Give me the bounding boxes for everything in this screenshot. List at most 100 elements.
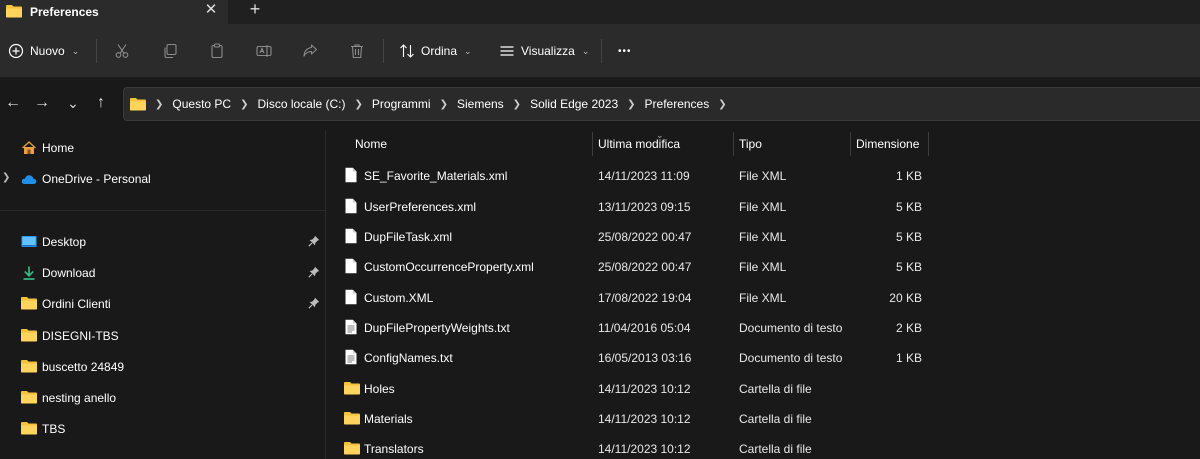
chevron-right-icon[interactable]: ❯ xyxy=(240,99,248,110)
chevron-right-icon[interactable]: ❯ xyxy=(155,99,163,110)
breadcrumb-item[interactable]: Preferences xyxy=(645,97,710,111)
sidebar-item-home[interactable]: Home xyxy=(0,132,325,163)
column-divider[interactable] xyxy=(592,132,593,156)
chevron-right-icon[interactable]: ❯ xyxy=(440,99,448,110)
back-icon[interactable]: ← xyxy=(2,92,24,114)
sort-button-label: Ordina xyxy=(421,44,458,58)
sidebar-item-tbs[interactable]: TBS xyxy=(0,413,325,444)
file-size: 5 KB xyxy=(895,260,922,274)
file-modified: 16/05/2013 03:16 xyxy=(598,351,692,365)
column-header-name[interactable]: Nome xyxy=(355,130,387,158)
sidebar-item-download[interactable]: Download xyxy=(0,257,325,288)
file-row[interactable]: UserPreferences.xml 13/11/2023 09:15 Fil… xyxy=(326,191,1200,221)
sidebar-item-label: buscetto 24849 xyxy=(42,360,125,374)
sidebar-item-disegni-tbs[interactable]: DISEGNI-TBS xyxy=(0,320,325,351)
view-button-label: Visualizza xyxy=(521,44,575,58)
file-icon xyxy=(344,228,358,244)
sidebar-item-nesting-anello[interactable]: nesting anello xyxy=(0,382,325,413)
folder-icon xyxy=(21,421,37,437)
sidebar-item-onedrive[interactable]: ❯ OneDrive - Personal xyxy=(0,163,325,194)
paste-icon xyxy=(209,43,225,59)
column-divider[interactable] xyxy=(850,132,851,156)
close-icon[interactable]: ✕ xyxy=(203,1,219,19)
breadcrumb-item[interactable]: Siemens xyxy=(457,97,504,111)
chevron-down-icon: ⌄ xyxy=(464,45,472,56)
copy-button[interactable] xyxy=(162,24,178,78)
column-header-modified[interactable]: Ultima modifica xyxy=(598,130,680,158)
column-divider[interactable] xyxy=(733,132,734,156)
breadcrumb-item[interactable]: Programmi xyxy=(372,97,431,111)
column-header-size[interactable]: Dimensione xyxy=(856,130,919,158)
new-tab-icon[interactable]: + xyxy=(246,0,264,20)
file-row[interactable]: CustomOccurrenceProperty.xml 25/08/2022 … xyxy=(326,251,1200,281)
rename-button[interactable] xyxy=(256,24,272,78)
view-button[interactable]: Visualizza ⌄ xyxy=(499,24,589,78)
folder-row[interactable]: Materials 14/11/2023 10:12 Cartella di f… xyxy=(326,403,1200,433)
sidebar-item-label: TBS xyxy=(42,422,66,436)
paste-button[interactable] xyxy=(209,24,225,78)
command-bar: Nuovo ⌄ Ordina ⌄ Visualizza ⌄ ••• xyxy=(0,24,1200,78)
file-modified: 25/08/2022 00:47 xyxy=(598,260,692,274)
chevron-right-icon[interactable]: ❯ xyxy=(355,99,363,110)
view-icon xyxy=(499,43,515,59)
file-name: Holes xyxy=(364,382,395,396)
column-divider[interactable] xyxy=(928,132,929,156)
chevron-right-icon[interactable]: ❯ xyxy=(2,172,10,183)
cut-button[interactable] xyxy=(114,24,130,78)
folder-icon xyxy=(344,411,360,427)
folder-icon xyxy=(6,4,22,21)
pin-icon[interactable] xyxy=(308,235,320,247)
file-row[interactable]: Custom.XML 17/08/2022 19:04 File XML 20 … xyxy=(326,282,1200,312)
file-row[interactable]: DupFilePropertyWeights.txt 11/04/2016 05… xyxy=(326,312,1200,342)
recent-locations-icon[interactable]: ⌄ xyxy=(62,92,84,114)
sidebar-item-desktop[interactable]: Desktop xyxy=(0,226,325,257)
file-modified: 13/11/2023 09:15 xyxy=(598,200,691,214)
file-size: 1 KB xyxy=(895,169,922,183)
breadcrumb-item[interactable]: Disco locale (C:) xyxy=(257,97,345,111)
file-icon xyxy=(344,258,358,274)
forward-icon[interactable]: → xyxy=(31,92,53,114)
file-size: 20 KB xyxy=(889,291,922,305)
text-file-icon xyxy=(344,319,358,335)
share-button[interactable] xyxy=(302,24,318,78)
file-type: Cartella di file xyxy=(739,442,812,456)
sidebar-item-buscetto[interactable]: buscetto 24849 xyxy=(0,351,325,382)
column-header-type[interactable]: Tipo xyxy=(739,130,762,158)
up-icon[interactable]: ↑ xyxy=(90,92,112,114)
file-type: File XML xyxy=(739,291,787,305)
file-row[interactable]: DupFileTask.xml 25/08/2022 00:47 File XM… xyxy=(326,221,1200,251)
pin-icon[interactable] xyxy=(308,266,320,278)
breadcrumb-item[interactable]: Solid Edge 2023 xyxy=(530,97,618,111)
file-type: File XML xyxy=(739,230,787,244)
delete-icon xyxy=(349,43,365,59)
sidebar-item-ordini-clienti[interactable]: Ordini Clienti xyxy=(0,288,325,319)
delete-button[interactable] xyxy=(349,24,365,78)
file-row[interactable]: ConfigNames.txt 16/05/2013 03:16 Documen… xyxy=(326,342,1200,372)
sort-button[interactable]: Ordina ⌄ xyxy=(399,24,472,78)
folder-icon xyxy=(130,97,146,111)
file-name: CustomOccurrenceProperty.xml xyxy=(364,260,534,274)
folder-row[interactable]: Holes 14/11/2023 10:12 Cartella di file xyxy=(326,373,1200,403)
more-icon[interactable]: ••• xyxy=(618,24,632,78)
file-icon xyxy=(344,198,358,214)
file-name: Custom.XML xyxy=(364,291,434,305)
copy-icon xyxy=(162,43,178,59)
file-row[interactable]: SE_Favorite_Materials.xml 14/11/2023 11:… xyxy=(326,160,1200,190)
file-type: Cartella di file xyxy=(739,412,812,426)
chevron-right-icon[interactable]: ❯ xyxy=(513,99,521,110)
pin-icon[interactable] xyxy=(308,297,320,309)
file-modified: 14/11/2023 10:12 xyxy=(598,382,691,396)
file-type: Documento di testo xyxy=(739,321,843,335)
sidebar-divider xyxy=(0,210,325,211)
chevron-down-icon: ⌄ xyxy=(71,45,80,56)
toolbar-divider xyxy=(96,39,97,63)
address-bar[interactable]: ❯ Questo PC ❯ Disco locale (C:) ❯ Progra… xyxy=(123,87,1200,121)
chevron-right-icon[interactable]: ❯ xyxy=(627,99,635,110)
new-button[interactable]: Nuovo ⌄ xyxy=(8,24,79,78)
breadcrumb-item[interactable]: Questo PC xyxy=(172,97,231,111)
folder-row[interactable]: Translators 14/11/2023 10:12 Cartella di… xyxy=(326,433,1200,459)
chevron-right-icon[interactable]: ❯ xyxy=(718,99,726,110)
tab-preferences[interactable]: Preferences ✕ xyxy=(0,0,228,24)
file-size: 5 KB xyxy=(895,200,922,214)
address-row: ← → ⌄ ↑ ❯ Questo PC ❯ Disco locale (C:) … xyxy=(0,78,1200,130)
